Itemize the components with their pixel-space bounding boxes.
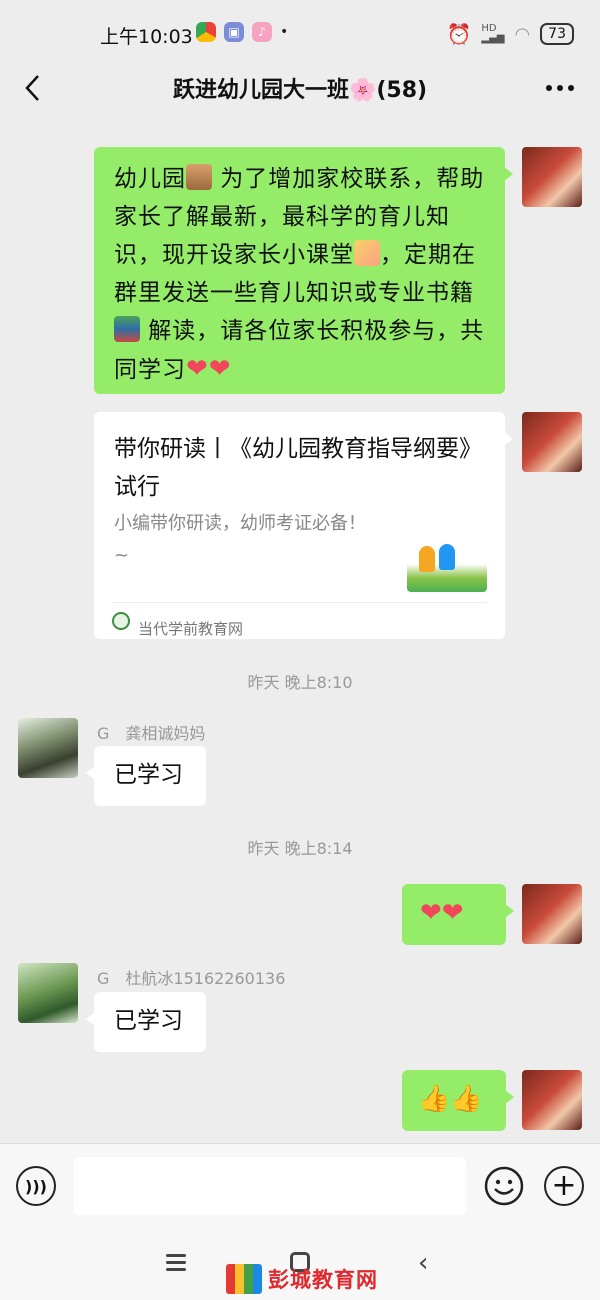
system-nav-bar: ‹ 彭城教育网 — [0, 1228, 600, 1300]
gallery-icon: ▣ — [224, 22, 244, 42]
recent-apps-button[interactable] — [166, 1254, 186, 1272]
thumbnail-figure — [439, 544, 455, 570]
school-emoji-icon — [186, 164, 212, 190]
hearts-emoji-icon: ❤❤ — [186, 354, 232, 384]
message-bubble-other[interactable]: 已学习 — [86, 992, 206, 1052]
more-button[interactable] — [540, 70, 580, 106]
card-description: 小编带你研读，幼师考证必备！~ — [114, 513, 366, 566]
message-bubble-self[interactable]: ❤❤ — [402, 884, 514, 945]
card-thumbnail — [407, 536, 487, 592]
voice-icon: ))) — [25, 1176, 47, 1196]
message-text: 已学习 — [114, 1008, 183, 1034]
emoji-button[interactable] — [484, 1166, 524, 1206]
plus-icon: + — [551, 1168, 577, 1203]
chrome-like-icon — [196, 22, 216, 42]
timestamp: 昨天 晚上8:14 — [247, 839, 353, 858]
battery-indicator: 73 — [540, 23, 574, 45]
self-avatar[interactable] — [522, 884, 582, 944]
alarm-icon: ⏰ — [446, 22, 472, 46]
system-back-button[interactable]: ‹ — [418, 1248, 428, 1278]
wifi-icon: ◠ — [514, 23, 531, 45]
smiley-icon — [484, 1166, 524, 1206]
menu-line — [166, 1268, 186, 1271]
status-app-icons: ▣ ♪ • — [196, 22, 288, 42]
thumbnail-figure — [419, 546, 435, 572]
message-bubble-self[interactable]: 👍👍 — [402, 1070, 514, 1131]
menu-line — [166, 1261, 186, 1264]
message-text-part: 幼儿园 — [114, 166, 186, 192]
message-text: 已学习 — [114, 762, 183, 788]
thumbs-up-emoji-icon: 👍👍 — [418, 1084, 483, 1114]
message-bubble-self[interactable]: 幼儿园 为了增加家校联系，帮助家长了解最新，最科学的育儿知识，现开设家长小课堂，… — [94, 147, 513, 394]
message-input[interactable] — [74, 1157, 466, 1215]
more-icon — [546, 85, 574, 91]
card-source: 当代学前教育网 — [138, 620, 244, 638]
timestamp: 昨天 晚上8:10 — [247, 673, 353, 692]
source-logo-icon — [112, 612, 130, 630]
watermark: 彭城教育网 — [226, 1262, 378, 1296]
sender-name: G 杜航冰15162260136 — [97, 969, 286, 988]
input-bar: ))) + — [0, 1143, 600, 1228]
message-text-part: 解读，请各位家长积极参与，共同学习 — [114, 318, 485, 383]
link-card[interactable]: 带你研读丨《幼儿园教育指导纲要》试行 小编带你研读，幼师考证必备！~ 当代学前教… — [94, 412, 513, 639]
signal-label: HD — [481, 23, 497, 34]
watermark-logo-icon — [226, 1264, 262, 1294]
books-emoji-icon — [114, 316, 140, 342]
self-avatar[interactable] — [522, 412, 582, 472]
watermark-text: 彭城教育网 — [268, 1268, 378, 1292]
message-bubble-other[interactable]: 已学习 — [86, 746, 206, 806]
card-title: 带你研读丨《幼儿园教育指导纲要》试行 — [114, 436, 482, 500]
message-text: 幼儿园 为了增加家校联系，帮助家长了解最新，最科学的育儿知识，现开设家长小课堂，… — [94, 147, 505, 389]
self-avatar[interactable] — [522, 1070, 582, 1130]
more-actions-button[interactable]: + — [544, 1166, 584, 1206]
self-avatar[interactable] — [522, 147, 582, 207]
status-right: ⏰ HD ▂▄▆ ◠ 73 — [446, 22, 574, 46]
signal-icon: HD ▂▄▆ — [481, 23, 505, 44]
sender-name: G 龚相诚妈妈 — [97, 724, 206, 743]
chat-header: 跃进幼儿园大一班🌸(58) — [0, 66, 600, 110]
tiktok-icon: ♪ — [252, 22, 272, 42]
dot-icon: • — [280, 24, 289, 40]
member-avatar[interactable] — [18, 718, 78, 778]
hearts-emoji-icon: ❤❤ — [420, 898, 464, 928]
member-avatar[interactable] — [18, 963, 78, 1023]
status-time: 上午10:03 — [100, 26, 193, 48]
party-popper-emoji-icon — [354, 240, 380, 266]
menu-line — [166, 1254, 186, 1257]
voice-button[interactable]: ))) — [16, 1166, 56, 1206]
chat-title: 跃进幼儿园大一班🌸(58) — [172, 78, 428, 103]
card-divider — [112, 602, 487, 603]
status-bar: 上午10:03 ▣ ♪ • ⏰ HD ▂▄▆ ◠ 73 — [0, 0, 600, 66]
